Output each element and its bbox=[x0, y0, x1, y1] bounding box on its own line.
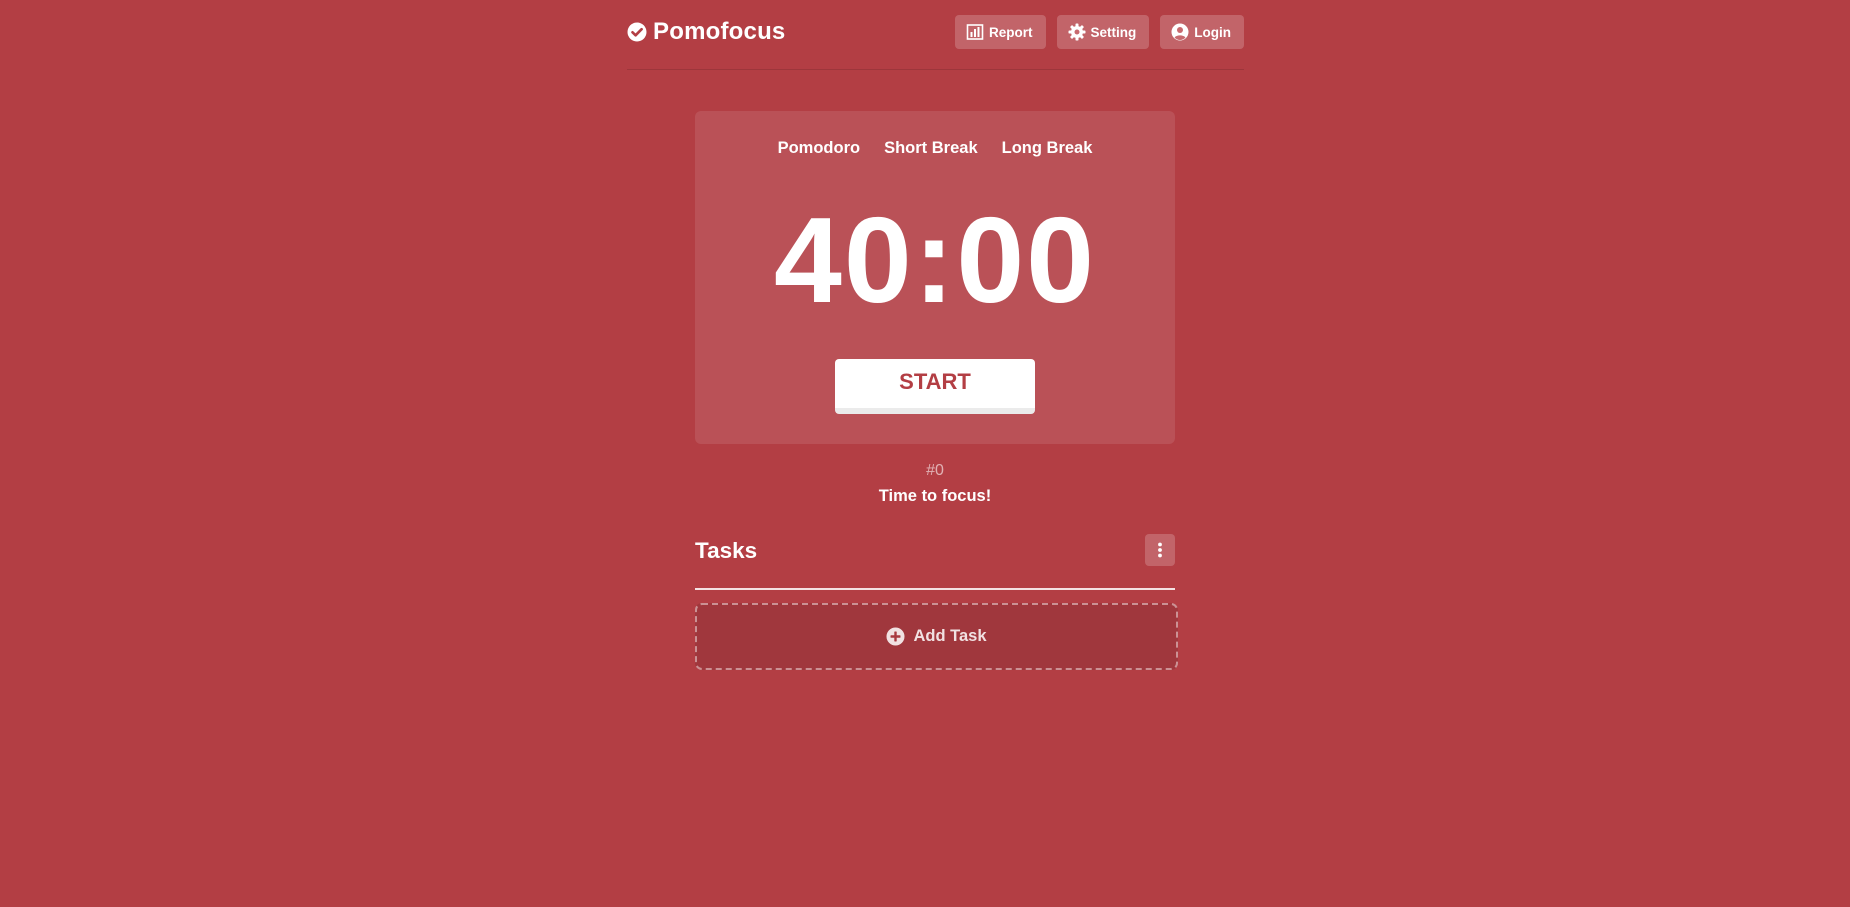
logo[interactable]: Pomofocus bbox=[627, 15, 785, 49]
plus-circle-icon bbox=[886, 627, 905, 646]
mode-tabs: Pomodoro Short Break Long Break bbox=[695, 135, 1175, 162]
tasks-header: Tasks bbox=[695, 534, 1175, 568]
user-circle-icon bbox=[1171, 23, 1189, 41]
start-button[interactable]: START bbox=[835, 359, 1035, 414]
timer-display: 40:00 bbox=[773, 192, 1097, 328]
add-task-label: Add Task bbox=[913, 627, 987, 645]
tab-short-break[interactable]: Short Break bbox=[872, 135, 990, 162]
header-nav: Report Setting Login bbox=[955, 15, 1244, 49]
report-label: Report bbox=[989, 24, 1033, 40]
login-button[interactable]: Login bbox=[1160, 15, 1244, 49]
bar-chart-icon bbox=[966, 23, 984, 41]
timer-card: Pomodoro Short Break Long Break 40:00 ST… bbox=[695, 111, 1175, 444]
session-message: Time to focus! bbox=[878, 487, 992, 505]
tab-pomodoro[interactable]: Pomodoro bbox=[766, 135, 873, 162]
setting-label: Setting bbox=[1090, 24, 1137, 40]
tab-long-break[interactable]: Long Break bbox=[990, 135, 1105, 162]
report-button[interactable]: Report bbox=[955, 15, 1046, 49]
app-title: Pomofocus bbox=[653, 18, 786, 45]
check-circle-icon bbox=[627, 22, 647, 42]
tasks-menu-button[interactable] bbox=[1145, 534, 1175, 566]
pomofocus-page: Pomofocus Report Setting Login Pomodoro … bbox=[0, 0, 1850, 907]
gear-icon bbox=[1068, 23, 1086, 41]
add-task-button[interactable]: Add Task bbox=[695, 603, 1178, 670]
header-divider bbox=[627, 69, 1244, 70]
login-label: Login bbox=[1194, 24, 1231, 40]
header: Pomofocus Report Setting Login bbox=[627, 15, 1244, 49]
session-count[interactable]: #0 bbox=[0, 462, 1850, 480]
tasks-title: Tasks bbox=[695, 538, 758, 563]
tasks-divider bbox=[695, 588, 1175, 590]
vertical-dots-icon bbox=[1157, 542, 1163, 558]
setting-button[interactable]: Setting bbox=[1056, 15, 1150, 49]
